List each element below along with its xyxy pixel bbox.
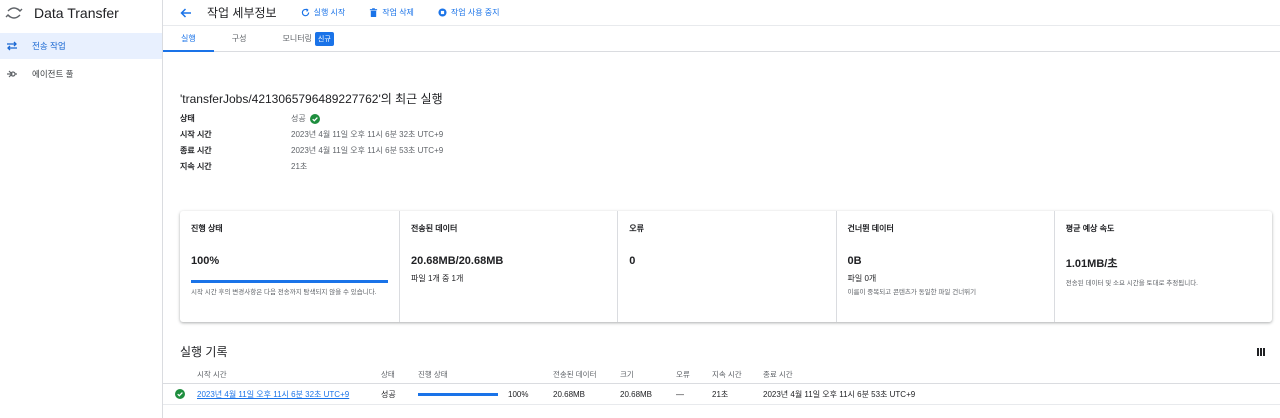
detail-key: 시작 시간 [180, 130, 212, 139]
run-progress: 100% [418, 384, 528, 404]
stat-value: 100% [191, 255, 220, 267]
stats-card: 진행 상태 100% 시작 시간 후의 변경사항은 다음 전송까지 탐색되지 않… [180, 211, 1272, 322]
stat-progress: 진행 상태 100% 시작 시간 후의 변경사항은 다음 전송까지 탐색되지 않… [180, 211, 400, 322]
product-header: Data Transfer [0, 0, 162, 26]
success-check-icon [175, 384, 185, 404]
detail-key: 지속 시간 [180, 162, 212, 171]
run-start-time-link[interactable]: 2023년 4월 11일 오후 11시 6분 32초 UTC+9 [197, 384, 349, 404]
back-arrow-icon[interactable] [175, 2, 197, 24]
run-errors: — [676, 389, 684, 399]
history-table-header: 시작 시간 상태 진행 상태 전송된 데이터 크기 오류 지속 시간 종료 시간 [163, 366, 1280, 384]
detail-key: 상태 [180, 114, 195, 123]
tab-label: 실행 [181, 34, 196, 43]
disable-icon [438, 8, 447, 17]
stat-note: 이름이 중복되고 콘텐츠가 동일한 파일 건너뛰기 [847, 289, 977, 296]
stat-label: 진행 상태 [191, 224, 223, 233]
page-title: 작업 세부정보 [207, 6, 277, 20]
product-title: Data Transfer [34, 5, 119, 21]
column-header[interactable]: 종료 시간 [763, 366, 793, 383]
detail-duration: 지속 시간 21초 [180, 161, 307, 172]
detail-status: 상태 성공 [180, 113, 320, 124]
detail-end-time: 종료 시간 2023년 4월 11일 오후 11시 6분 53초 UTC+9 [180, 145, 443, 156]
tab-monitoring[interactable]: 모니터링 신규 [264, 26, 351, 51]
run-size: 20.68MB [620, 389, 653, 399]
sidebar: Data Transfer 전송 작업 에이전트 풀 [0, 0, 163, 418]
detail-value: 21초 [291, 162, 308, 171]
delete-job-button[interactable]: 작업 삭제 [369, 7, 414, 18]
column-header[interactable]: 시작 시간 [197, 366, 227, 383]
disable-job-button[interactable]: 작업 사용 중지 [438, 7, 500, 18]
new-badge: 신규 [314, 31, 334, 46]
stat-skipped-data: 건너뛴 데이터 0B 파일 0개 이름이 중복되고 콘텐츠가 동일한 파일 건너… [837, 211, 1055, 322]
delete-job-label: 작업 삭제 [382, 8, 414, 17]
run-progress-value: 100% [508, 389, 529, 399]
detail-key: 종료 시간 [180, 146, 212, 155]
run-transferred: 20.68MB [553, 389, 586, 399]
tab-runs[interactable]: 실행 [163, 26, 214, 52]
detail-value: 2023년 4월 11일 오후 11시 6분 32초 UTC+9 [291, 130, 444, 139]
page-header: 작업 세부정보 실행 시작 작업 삭제 작업 사용 중지 [163, 0, 1280, 26]
table-row: 2023년 4월 11일 오후 11시 6분 32초 UTC+9 성공 100%… [163, 384, 1280, 405]
data-transfer-icon [4, 3, 24, 23]
column-header[interactable]: 전송된 데이터 [553, 366, 596, 383]
stat-label: 오류 [629, 224, 644, 233]
success-check-icon [309, 113, 320, 124]
main-content: 'transferJobs/4213065796489227762'의 최근 실… [163, 53, 1280, 418]
tab-label: 구성 [231, 34, 247, 43]
column-header[interactable]: 크기 [620, 366, 634, 383]
stat-label: 평균 예상 속도 [1065, 224, 1115, 233]
column-header[interactable]: 지속 시간 [712, 366, 742, 383]
stat-note: 시작 시간 후의 변경사항은 다음 전송까지 탐색되지 않을 수 있습니다. [191, 289, 377, 296]
trash-icon [370, 8, 378, 17]
run-history-title: 실행 기록 [180, 345, 228, 359]
refresh-icon [301, 8, 309, 17]
agent-pool-icon [4, 66, 20, 82]
column-display-icon[interactable] [1254, 345, 1268, 359]
detail-value: 2023년 4월 11일 오후 11시 6분 53초 UTC+9 [291, 146, 444, 155]
stat-sub: 파일 0개 [847, 274, 877, 283]
sidebar-item-agent-pools[interactable]: 에이전트 풀 [0, 61, 162, 87]
start-run-button[interactable]: 실행 시작 [301, 7, 346, 18]
stat-sub: 파일 1개 중 1개 [411, 274, 464, 283]
run-title: 'transferJobs/4213065796489227762'의 최근 실… [180, 92, 443, 106]
progress-bar [191, 280, 388, 283]
run-end-time: 2023년 4월 11일 오후 11시 6분 53초 UTC+9 [763, 389, 916, 399]
disable-job-label: 작업 사용 중지 [450, 8, 500, 17]
tab-configuration[interactable]: 구성 [214, 26, 265, 51]
stat-errors: 오류 0 [618, 211, 837, 322]
stat-value: 0B [847, 255, 862, 267]
start-run-label: 실행 시작 [313, 8, 346, 17]
stat-note: 전송된 데이터 및 소요 시간을 토대로 추정됩니다. [1065, 280, 1198, 287]
column-header[interactable]: 진행 상태 [418, 366, 448, 383]
run-duration: 21초 [712, 389, 729, 399]
stat-value: 20.68MB/20.68MB [411, 255, 504, 267]
stat-value: 1.01MB/초 [1065, 258, 1118, 270]
stat-avg-speed: 평균 예상 속도 1.01MB/초 전송된 데이터 및 소요 시간을 토대로 추… [1055, 211, 1272, 322]
column-header[interactable]: 상태 [381, 366, 395, 383]
transfer-arrows-icon [4, 38, 20, 54]
stat-label: 전송된 데이터 [411, 224, 458, 233]
sidebar-item-label: 에이전트 풀 [32, 69, 74, 79]
stat-value: 0 [629, 255, 636, 267]
tab-label: 모니터링 [282, 34, 312, 43]
detail-value: 성공 [291, 114, 306, 123]
run-status: 성공 [381, 389, 396, 399]
column-header[interactable]: 오류 [676, 366, 690, 383]
sidebar-item-transfer-jobs[interactable]: 전송 작업 [0, 33, 162, 59]
stat-transferred-data: 전송된 데이터 20.68MB/20.68MB 파일 1개 중 1개 [400, 211, 619, 322]
sidebar-item-label: 전송 작업 [32, 41, 66, 51]
tab-bar: 실행 구성 모니터링 신규 [163, 26, 1280, 52]
detail-start-time: 시작 시간 2023년 4월 11일 오후 11시 6분 32초 UTC+9 [180, 129, 443, 140]
stat-label: 건너뛴 데이터 [847, 224, 894, 233]
mini-progress-bar [418, 392, 498, 396]
